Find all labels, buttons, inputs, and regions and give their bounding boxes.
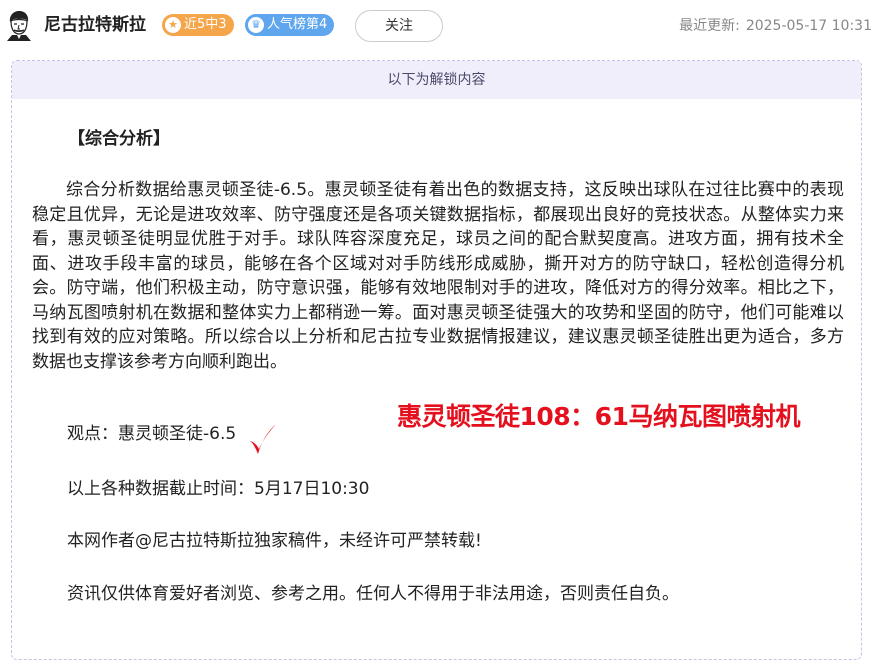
unlocked-content-panel: 以下为解锁内容 【综合分析】 综合分析数据给惠灵顿圣徒-6.5。惠灵顿圣徒有着出… xyxy=(11,60,862,660)
author-header: 尼古拉特斯拉 ★ 近5中3 ♛ 人气榜第4 关注 最近更新: 2025-05-17… xyxy=(0,0,876,52)
copyright-notice: 本网作者@尼古拉特斯拉独家稿件，未经许可严禁转载! xyxy=(67,531,482,551)
disclaimer-text: 资讯仅供体育爱好者浏览、参考之用。任何人不得用于非法用途，否则责任自负。 xyxy=(67,584,679,604)
checkmark-icon xyxy=(250,424,276,454)
last-updated: 最近更新: 2025-05-17 10:31 xyxy=(679,16,872,36)
follow-button[interactable]: 关注 xyxy=(355,10,443,42)
author-name[interactable]: 尼古拉特斯拉 xyxy=(44,13,146,37)
opinion-text: 观点：惠灵顿圣徒-6.5 xyxy=(67,424,237,444)
last-updated-time: 2025-05-17 10:31 xyxy=(745,18,872,34)
streak-badge-label: 近5中3 xyxy=(184,17,227,32)
result-annotation: 惠灵顿圣徒108：61马纳瓦图喷射机 xyxy=(397,402,800,431)
avatar[interactable] xyxy=(6,9,32,41)
streak-badge: ★ 近5中3 xyxy=(162,14,234,36)
data-cutoff-time: 以上各种数据截止时间：5月17日10:30 xyxy=(67,479,370,499)
last-updated-label: 最近更新: xyxy=(679,18,740,34)
unlock-notice: 以下为解锁内容 xyxy=(12,61,861,99)
analysis-paragraph: 综合分析数据给惠灵顿圣徒-6.5。惠灵顿圣徒有着出色的数据支持，这反映出球队在过… xyxy=(32,180,844,372)
rank-badge-label: 人气榜第4 xyxy=(267,17,328,32)
rank-badge: ♛ 人气榜第4 xyxy=(245,14,335,36)
crown-icon: ♛ xyxy=(248,17,264,33)
star-icon: ★ xyxy=(165,17,181,33)
section-title: 【综合分析】 xyxy=(68,129,170,149)
